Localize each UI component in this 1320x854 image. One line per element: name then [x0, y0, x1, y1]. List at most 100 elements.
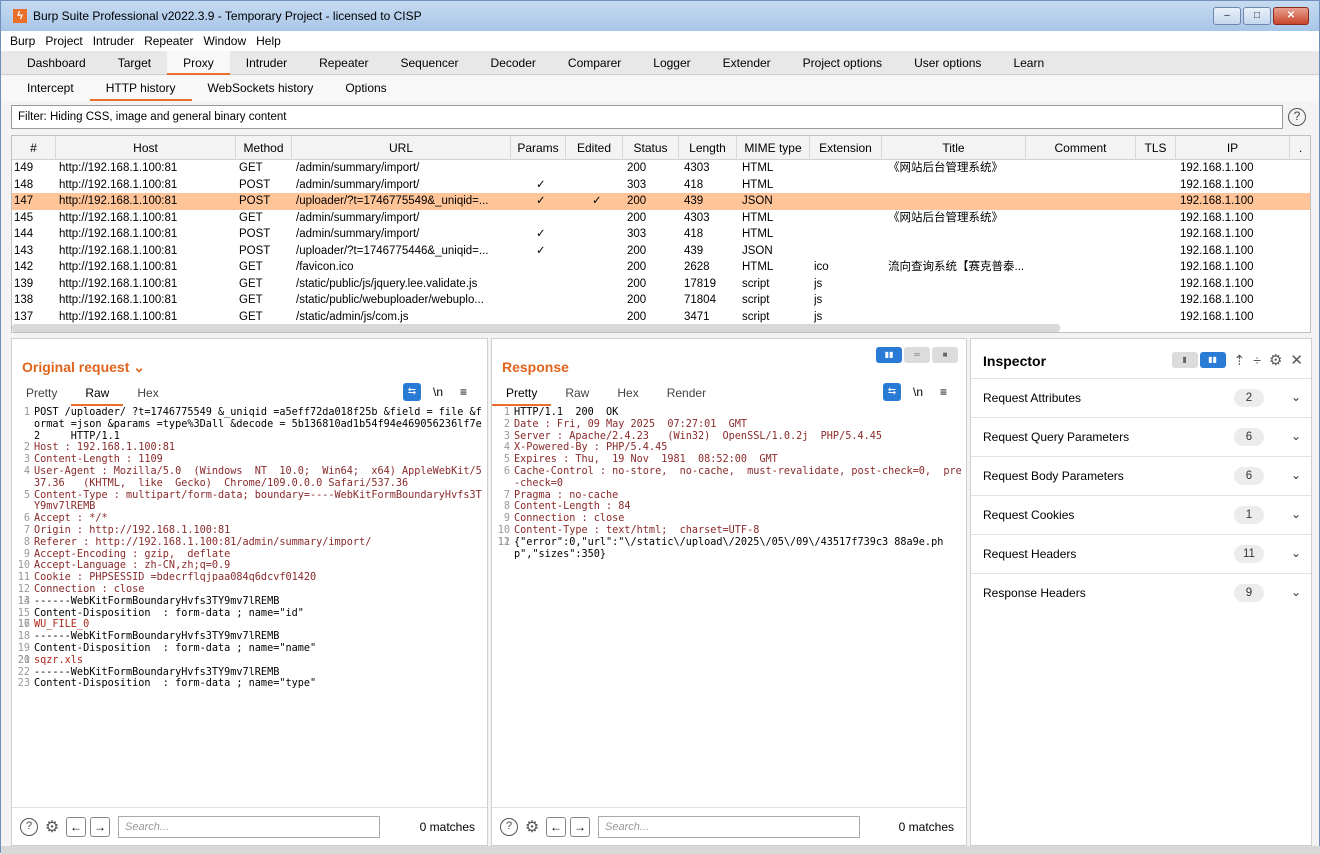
chevron-down-icon[interactable]: ⌄: [1291, 585, 1301, 599]
tab-extender[interactable]: Extender: [707, 51, 787, 75]
menu-burp[interactable]: Burp: [10, 34, 35, 48]
table-row[interactable]: 144 http://192.168.1.100:81 POST/admin/sum…: [12, 226, 1310, 243]
previous-arrow-icon[interactable]: ←: [66, 816, 86, 837]
inspector-section[interactable]: Response Headers 9 ⌄: [971, 573, 1311, 612]
column-header[interactable]: IP: [1176, 136, 1290, 160]
help-icon[interactable]: ?: [20, 817, 38, 836]
close-button[interactable]: ✕: [1273, 7, 1309, 25]
response-tab-pretty[interactable]: Pretty: [492, 380, 552, 406]
close-icon[interactable]: ✕: [1290, 351, 1303, 369]
column-header[interactable]: Title: [882, 136, 1026, 160]
collapse-all-icon[interactable]: ÷: [1253, 352, 1261, 368]
column-header[interactable]: .: [1290, 136, 1310, 160]
table-row[interactable]: 138 http://192.168.1.100:81 GET/static/pub…: [12, 292, 1310, 309]
table-row[interactable]: 137 http://192.168.1.100:81 GET/static/adm…: [12, 309, 1310, 326]
menu-help[interactable]: Help: [256, 34, 281, 48]
tab-logger[interactable]: Logger: [637, 51, 706, 75]
chevron-down-icon[interactable]: ⌄: [1291, 546, 1301, 560]
request-editor[interactable]: 1 POST /uploader/ ?t=1746775549 &_uniqid …: [12, 407, 487, 807]
table-row[interactable]: 142 http://192.168.1.100:81 GET/favicon.ic…: [12, 259, 1310, 276]
request-title[interactable]: Original request ⌄: [22, 359, 145, 376]
next-arrow-icon[interactable]: →: [90, 816, 110, 837]
request-menu-icon[interactable]: ≡: [460, 383, 467, 401]
column-header[interactable]: TLS: [1136, 136, 1176, 160]
newline-toggle[interactable]: \n: [913, 383, 923, 401]
tab-user-options[interactable]: User options: [898, 51, 997, 75]
inspector-layout-left-icon[interactable]: ▮: [1171, 352, 1198, 368]
tab-intruder[interactable]: Intruder: [230, 51, 303, 75]
column-header[interactable]: MIME type: [737, 136, 810, 160]
table-row[interactable]: 143 http://192.168.1.100:81 POST/uploader/…: [12, 243, 1310, 260]
table-row[interactable]: 139 http://192.168.1.100:81 GET/static/pub…: [12, 276, 1310, 293]
menu-intruder[interactable]: Intruder: [93, 34, 134, 48]
previous-arrow-icon[interactable]: ←: [546, 816, 566, 837]
column-header[interactable]: #: [12, 136, 56, 160]
response-tab-hex[interactable]: Hex: [603, 380, 652, 406]
tab-intercept[interactable]: Intercept: [1, 76, 90, 101]
tab-learn[interactable]: Learn: [997, 51, 1060, 75]
tab-websockets-history[interactable]: WebSockets history: [192, 76, 330, 101]
tab-options[interactable]: Options: [329, 76, 402, 101]
column-header[interactable]: URL: [292, 136, 511, 160]
column-header[interactable]: Host: [56, 136, 236, 160]
tab-comparer[interactable]: Comparer: [552, 51, 637, 75]
request-tab-hex[interactable]: Hex: [123, 380, 172, 406]
request-search-input[interactable]: Search...: [118, 815, 380, 838]
inspector-section[interactable]: Request Body Parameters 6 ⌄: [971, 456, 1311, 495]
inspector-section[interactable]: Request Cookies 1 ⌄: [971, 495, 1311, 534]
response-tab-render[interactable]: Render: [653, 380, 720, 406]
minimize-button[interactable]: ‒: [1213, 7, 1241, 25]
newline-toggle[interactable]: \n: [433, 383, 443, 401]
table-row[interactable]: 147 http://192.168.1.100:81 POST/uploader/…: [12, 193, 1310, 210]
wrap-lines-icon[interactable]: ⇆: [883, 383, 901, 401]
table-row[interactable]: 145 http://192.168.1.100:81 GET/admin/summ…: [12, 210, 1310, 227]
tab-http-history[interactable]: HTTP history: [89, 76, 192, 101]
next-arrow-icon[interactable]: →: [570, 816, 590, 837]
maximize-button[interactable]: □: [1243, 7, 1271, 25]
layout-stacked-icon[interactable]: ═: [904, 347, 930, 363]
table-row[interactable]: 149 http://192.168.1.100:81 GET/admin/summ…: [12, 160, 1310, 177]
menu-repeater[interactable]: Repeater: [144, 34, 193, 48]
table-row[interactable]: 148 http://192.168.1.100:81 POST/admin/sum…: [12, 177, 1310, 194]
inspector-section[interactable]: Request Headers 11 ⌄: [971, 534, 1311, 573]
response-tab-raw[interactable]: Raw: [551, 380, 603, 406]
request-tab-pretty[interactable]: Pretty: [12, 380, 71, 406]
layout-side-by-side-icon[interactable]: ▮▮: [876, 347, 902, 363]
tab-dashboard[interactable]: Dashboard: [1, 51, 102, 75]
tab-target[interactable]: Target: [102, 51, 167, 75]
chevron-down-icon[interactable]: ⌄: [1291, 390, 1301, 404]
chevron-down-icon[interactable]: ⌄: [1291, 468, 1301, 482]
response-search-input[interactable]: Search...: [598, 815, 860, 838]
wrap-lines-icon[interactable]: ⇆: [403, 383, 421, 401]
response-editor[interactable]: 1 HTTP/1.1 200 OK 2 Date : Fri, 09 May 2025…: [492, 407, 966, 807]
inspector-layout-toggle[interactable]: ▮ ▮▮: [1171, 352, 1226, 368]
inspector-section[interactable]: Request Attributes 2 ⌄: [971, 378, 1311, 417]
chevron-down-icon[interactable]: ⌄: [1291, 507, 1301, 521]
tab-project-options[interactable]: Project options: [787, 51, 898, 75]
column-header[interactable]: Status: [623, 136, 679, 160]
request-tab-raw[interactable]: Raw: [71, 380, 124, 406]
filter-bar[interactable]: Filter: Hiding CSS, image and general bi…: [11, 105, 1283, 129]
column-header[interactable]: Method: [236, 136, 292, 160]
chevron-down-icon[interactable]: ⌄: [1291, 429, 1301, 443]
menu-project[interactable]: Project: [45, 34, 82, 48]
column-header[interactable]: Edited: [566, 136, 623, 160]
column-header[interactable]: Length: [679, 136, 737, 160]
response-menu-icon[interactable]: ≡: [940, 383, 947, 401]
tab-repeater[interactable]: Repeater: [303, 51, 384, 75]
tab-proxy[interactable]: Proxy: [167, 50, 230, 75]
inspector-section[interactable]: Request Query Parameters 6 ⌄: [971, 417, 1311, 456]
horizontal-scrollbar[interactable]: [12, 324, 1060, 332]
inspector-layout-right-icon[interactable]: ▮▮: [1199, 352, 1226, 368]
gear-icon[interactable]: ⚙: [522, 817, 542, 837]
tab-decoder[interactable]: Decoder: [475, 51, 552, 75]
tab-sequencer[interactable]: Sequencer: [385, 51, 475, 75]
column-header[interactable]: Comment: [1026, 136, 1136, 160]
column-header[interactable]: Params: [511, 136, 566, 160]
expand-all-icon[interactable]: ⇡: [1234, 352, 1246, 369]
gear-icon[interactable]: ⚙: [1269, 351, 1282, 369]
menu-window[interactable]: Window: [203, 34, 246, 48]
help-icon[interactable]: ?: [1288, 108, 1306, 126]
column-header[interactable]: Extension: [810, 136, 882, 160]
layout-tabs-icon[interactable]: ■: [932, 347, 958, 363]
